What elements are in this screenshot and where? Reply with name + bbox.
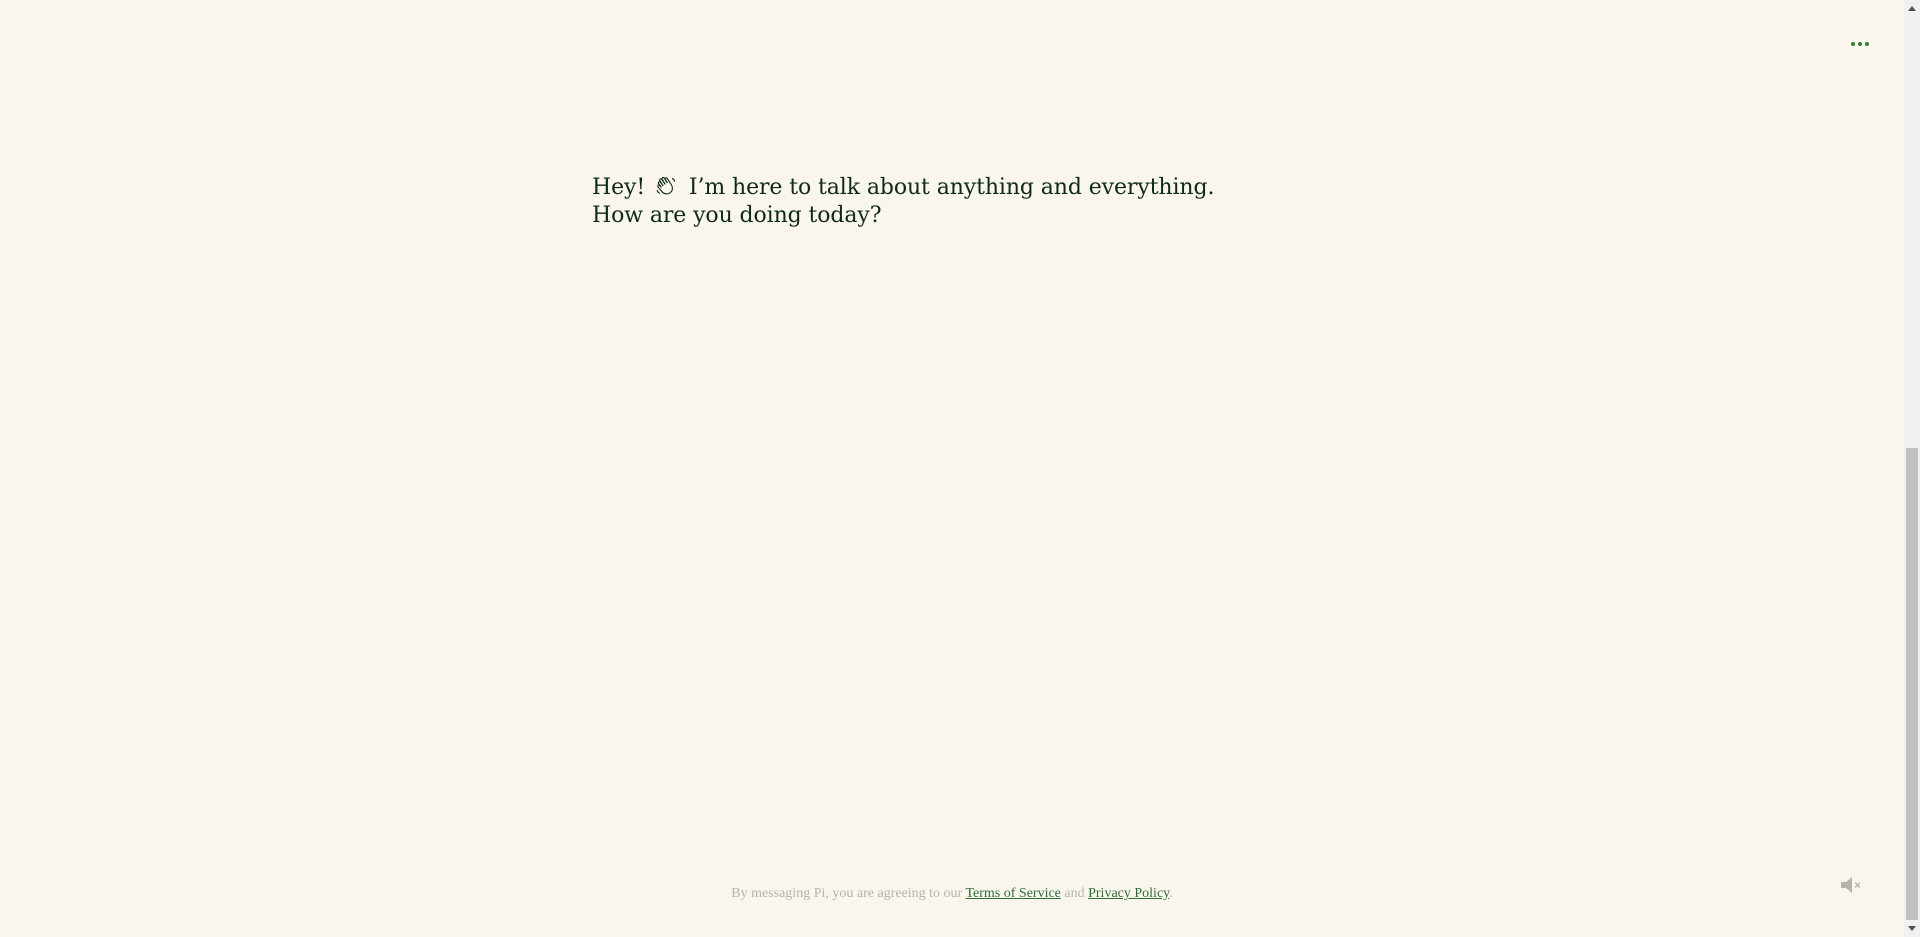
waving-hand-icon xyxy=(656,176,676,195)
scroll-down-button[interactable] xyxy=(1904,921,1920,937)
legal-notice: By messaging Pi, you are agreeing to our… xyxy=(0,886,1904,902)
privacy-policy-link[interactable]: Privacy Policy xyxy=(1088,886,1169,901)
more-horizontal-icon xyxy=(1851,42,1855,46)
terms-of-service-link[interactable]: Terms of Service xyxy=(965,886,1060,901)
more-options-button[interactable] xyxy=(1846,34,1874,54)
scrollbar-thumb[interactable] xyxy=(1906,448,1918,920)
speaker-muted-icon xyxy=(1841,877,1861,893)
triangle-down-icon xyxy=(1908,926,1916,931)
greeting-text: I’m here to talk about anything and ever… xyxy=(592,175,1215,228)
assistant-greeting-message: Hey! I’m here to talk about anything and… xyxy=(592,174,1242,230)
legal-conjunction: and xyxy=(1060,886,1089,901)
more-horizontal-icon-dot xyxy=(1865,42,1869,46)
chat-page: Hey! I’m here to talk about anything and… xyxy=(0,0,1904,937)
legal-prefix: By messaging Pi, you are agreeing to our xyxy=(731,886,966,901)
more-horizontal-icon-dot xyxy=(1858,42,1862,46)
triangle-up-icon xyxy=(1908,6,1916,11)
vertical-scrollbar[interactable] xyxy=(1904,0,1920,937)
sound-toggle-button[interactable] xyxy=(1838,874,1866,896)
scroll-up-button[interactable] xyxy=(1904,0,1920,16)
greeting-prefix: Hey! xyxy=(592,175,646,200)
legal-suffix: . xyxy=(1169,886,1173,901)
